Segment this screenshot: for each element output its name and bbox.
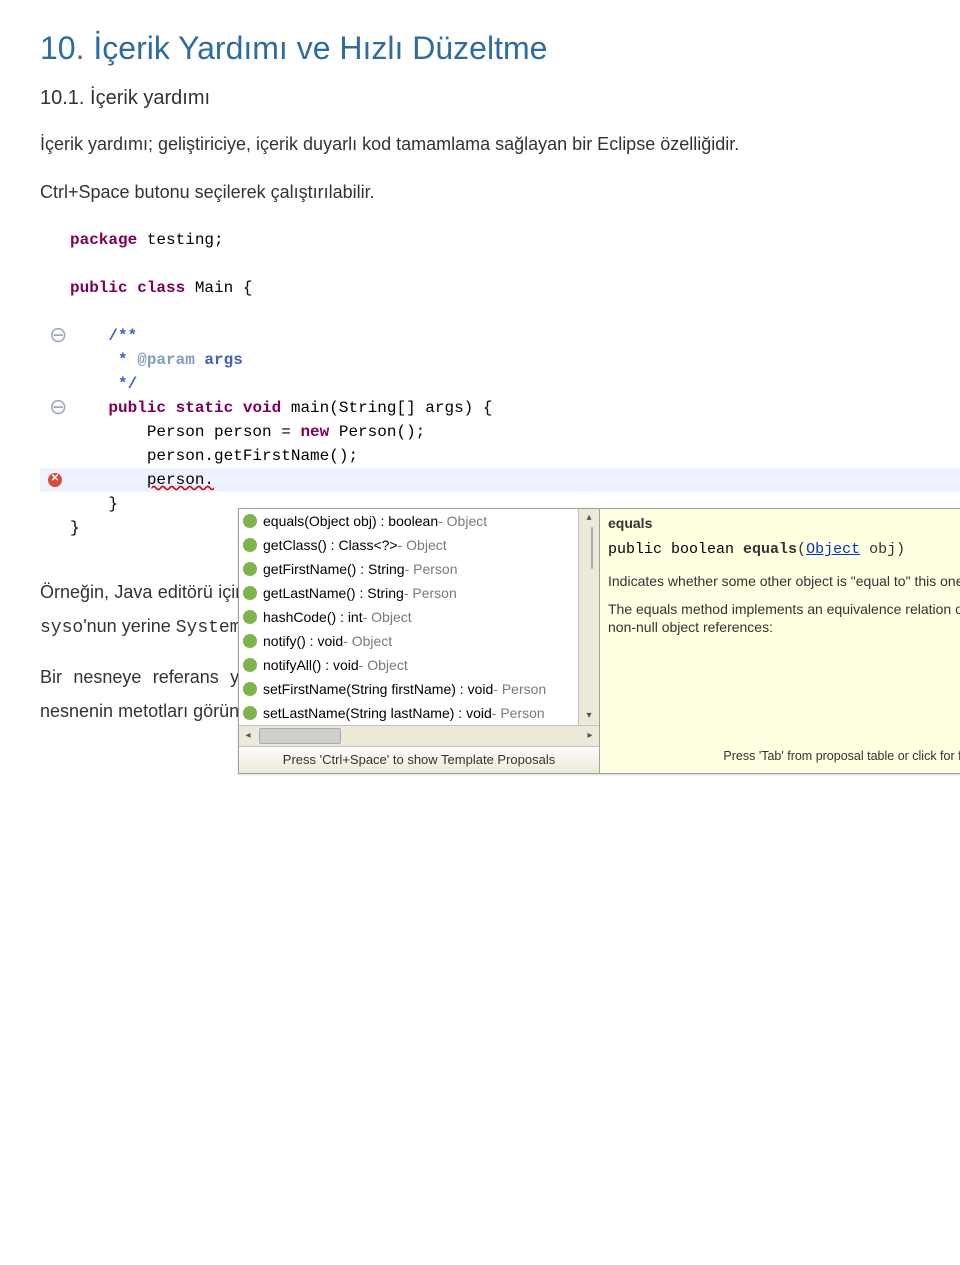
method-icon (243, 658, 257, 672)
scroll-left-icon[interactable]: ◂ (239, 726, 257, 746)
kw-new: new (300, 423, 329, 441)
paragraph-2: Ctrl+Space butonu seçilerek çalıştırılab… (40, 176, 920, 208)
scroll-up-icon[interactable]: ▴ (579, 509, 599, 527)
method-icon (243, 706, 257, 720)
method-icon (243, 610, 257, 624)
section-heading: 10. İçerik Yardımı ve Hızlı Düzeltme (40, 30, 920, 67)
scroll-thumb[interactable] (591, 527, 593, 569)
code-text: } (70, 519, 80, 537)
horizontal-scrollbar[interactable]: ◂ ▸ (239, 725, 599, 746)
suggestion-origin: - Object (398, 537, 447, 553)
error-code-text: person. (147, 471, 214, 489)
eclipse-editor-screenshot: package testing; public class Main { ⊖ /… (40, 227, 960, 540)
code-text: Person(); (329, 423, 425, 441)
fold-icon[interactable]: ⊖ (49, 330, 61, 342)
doc-title: equals (608, 515, 960, 531)
suggestion-item[interactable]: setLastName(String lastName) : void - Pe… (239, 701, 578, 725)
suggestion-label: notifyAll() : void (263, 657, 359, 673)
suggestion-item[interactable]: notifyAll() : void - Object (239, 653, 578, 677)
suggestion-origin: - Object (363, 609, 412, 625)
suggestion-origin: - Object (359, 657, 408, 673)
javadoc-pane: equals public boolean equals(Object obj)… (599, 509, 960, 773)
type-link[interactable]: Object (806, 541, 860, 558)
suggestion-label: equals(Object obj) : boolean (263, 513, 438, 529)
javadoc: * (108, 351, 137, 369)
list-footer-hint: Press 'Ctrl+Space' to show Template Prop… (239, 746, 599, 773)
kw-class: class (128, 279, 186, 297)
scroll-right-icon[interactable]: ▸ (581, 726, 599, 746)
suggestion-item[interactable]: getClass() : Class<?> - Object (239, 533, 578, 557)
suggestion-label: setLastName(String lastName) : void (263, 705, 492, 721)
error-icon[interactable]: ✕ (48, 473, 62, 487)
suggestion-item[interactable]: notify() : void - Object (239, 629, 578, 653)
suggestion-origin: - Person (492, 705, 545, 721)
suggestion-origin: - Object (343, 633, 392, 649)
suggestion-label: getClass() : Class<?> (263, 537, 398, 553)
inline-code: syso (40, 618, 83, 638)
code-text: main(String[] args) { (281, 399, 492, 417)
doc-paragraph: Indicates whether some other object is "… (608, 572, 960, 590)
vertical-scrollbar[interactable]: ▴ ▾ (578, 509, 599, 725)
code-text: } (108, 495, 118, 513)
suggestion-item[interactable]: getFirstName() : String - Person (239, 557, 578, 581)
method-icon (243, 514, 257, 528)
method-icon (243, 538, 257, 552)
doc-paragraph: The equals method implements an equivale… (608, 600, 960, 636)
suggestion-label: getFirstName() : String (263, 561, 405, 577)
suggestion-item[interactable]: setFirstName(String firstName) : void - … (239, 677, 578, 701)
suggestion-list-pane: equals(Object obj) : boolean - Object ge… (239, 509, 599, 773)
method-icon (243, 562, 257, 576)
paragraph-1: İçerik yardımı; geliştiriciye, içerik du… (40, 128, 920, 160)
suggestion-origin: - Person (493, 681, 546, 697)
doc-footer-hint: Press 'Tab' from proposal table or click… (608, 748, 960, 773)
method-icon (243, 586, 257, 600)
suggestion-origin: - Object (438, 513, 487, 529)
suggestion-item[interactable]: equals(Object obj) : boolean - Object (239, 509, 578, 533)
kw-public: public (108, 399, 166, 417)
kw-package: package (70, 231, 137, 249)
suggestion-label: hashCode() : int (263, 609, 363, 625)
subsection-heading: 10.1. İçerik yardımı (40, 87, 920, 110)
javadoc-tag: @param (137, 351, 195, 369)
javadoc: */ (108, 375, 137, 393)
doc-signature: public boolean equals(Object obj) (608, 541, 960, 558)
kw-static: static (166, 399, 233, 417)
method-icon (243, 682, 257, 696)
method-icon (243, 634, 257, 648)
code-text: testing; (137, 231, 223, 249)
fold-icon[interactable]: ⊖ (49, 402, 61, 414)
suggestion-item[interactable]: hashCode() : int - Object (239, 605, 578, 629)
content-assist-popup: equals(Object obj) : boolean - Object ge… (238, 508, 960, 774)
scroll-thumb[interactable] (259, 728, 341, 744)
suggestion-label: setFirstName(String firstName) : void (263, 681, 493, 697)
suggestion-label: getLastName() : String (263, 585, 404, 601)
suggestion-origin: - Person (404, 585, 457, 601)
javadoc: args (195, 351, 243, 369)
kw-public: public (70, 279, 128, 297)
javadoc: /** (108, 327, 137, 345)
scroll-down-icon[interactable]: ▾ (579, 707, 599, 725)
suggestion-label: notify() : void (263, 633, 343, 649)
code-text: person.getFirstName(); (147, 447, 358, 465)
suggestion-item[interactable]: getLastName() : String - Person (239, 581, 578, 605)
suggestion-origin: - Person (405, 561, 458, 577)
suggestion-list[interactable]: equals(Object obj) : boolean - Object ge… (239, 509, 578, 725)
code-text: Person person = (147, 423, 301, 441)
kw-void: void (233, 399, 281, 417)
code-text: Main { (185, 279, 252, 297)
